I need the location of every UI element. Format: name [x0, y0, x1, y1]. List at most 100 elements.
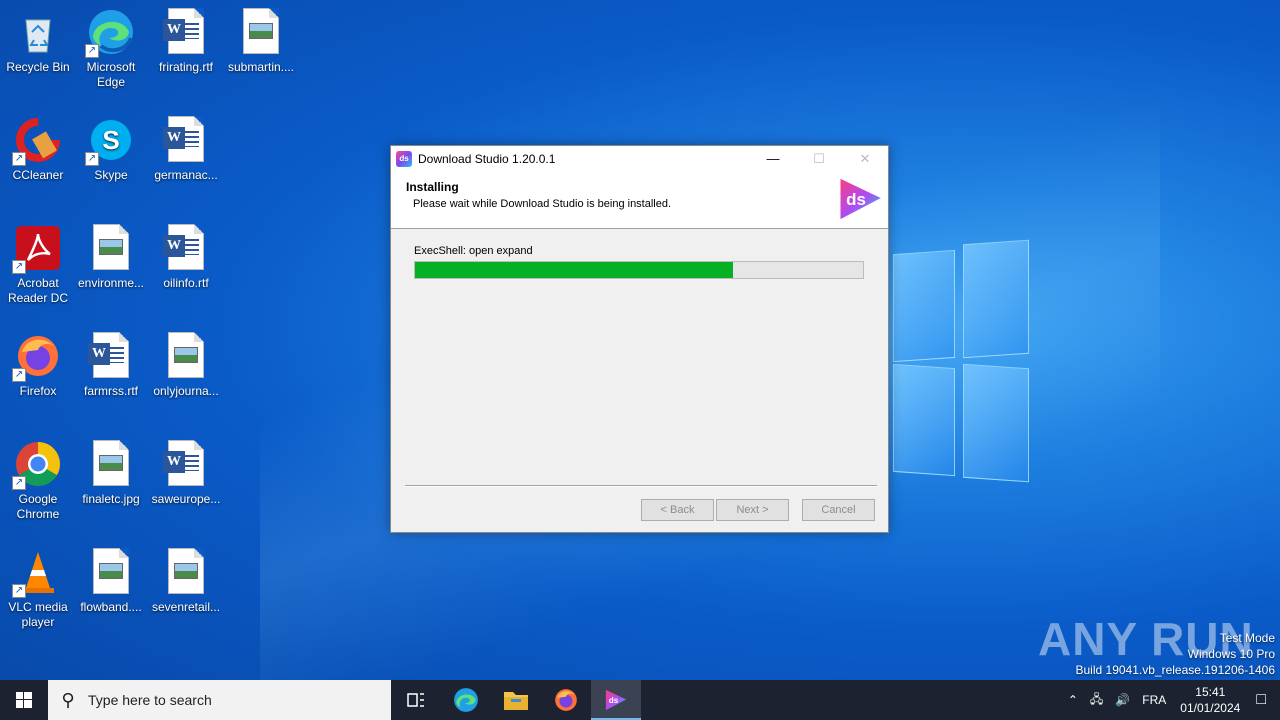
taskbar-download-studio[interactable]: ds	[591, 680, 641, 720]
shortcut-arrow-icon: ↗	[12, 476, 26, 490]
desktop-icon-ccleaner[interactable]: ↗ CCleaner	[0, 116, 76, 183]
desktop-icon-label: CCleaner	[12, 168, 64, 182]
shortcut-arrow-icon: ↗	[12, 368, 26, 382]
search-icon: ⚲	[61, 689, 75, 710]
start-button[interactable]	[0, 680, 48, 720]
desktop-icon-finaletc[interactable]: finaletc.jpg	[73, 440, 149, 507]
svg-text:ds: ds	[846, 190, 866, 209]
desktop-icon-label: Recycle Bin	[6, 60, 70, 74]
show-hidden-icons-icon[interactable]: ⌃	[1068, 693, 1078, 707]
close-button[interactable]: ✕	[842, 146, 888, 171]
svg-text:ds: ds	[609, 696, 619, 705]
desktop-icon-label: Acrobat Reader DC	[7, 276, 69, 305]
taskbar-file-explorer[interactable]	[491, 680, 541, 720]
desktop-icon-saweurope[interactable]: W saweurope...	[148, 440, 224, 507]
download-studio-app-icon: ds	[396, 150, 412, 167]
windows-start-icon	[16, 692, 32, 708]
svg-text:S: S	[102, 125, 119, 155]
desktop-icon-label: VLC media player	[8, 600, 68, 629]
desktop-icon-recycle-bin[interactable]: Recycle Bin	[0, 8, 76, 75]
edge-icon: ↗	[85, 8, 135, 58]
shortcut-arrow-icon: ↗	[12, 584, 26, 598]
title-bar[interactable]: ds Download Studio 1.20.0.1 — ☐ ✕	[391, 146, 888, 171]
word-document-icon: W	[87, 332, 135, 380]
edge-icon	[454, 688, 478, 712]
image-file-icon	[87, 440, 135, 488]
volume-icon[interactable]: 🔊	[1115, 693, 1130, 707]
watermark-line-3: Build 19041.vb_release.191206-1406	[1075, 663, 1276, 677]
acrobat-icon: ↗	[12, 224, 62, 274]
back-button[interactable]: < Back	[641, 499, 714, 521]
desktop-icon-flowband[interactable]: flowband....	[73, 548, 149, 615]
desktop-icon-farmrss[interactable]: W farmrss.rtf	[73, 332, 149, 399]
taskbar-firefox[interactable]	[541, 680, 591, 720]
network-icon[interactable]: 🖧	[1090, 690, 1103, 711]
vlc-cone-icon: ↗	[12, 548, 62, 598]
desktop-icon-germanac[interactable]: W germanac...	[148, 116, 224, 183]
desktop-icon-label: submartin....	[227, 60, 295, 74]
search-placeholder: Type here to search	[88, 692, 212, 708]
task-view-button[interactable]	[391, 680, 441, 720]
desktop-icon-environme[interactable]: environme...	[73, 224, 149, 291]
desktop-icon-label: Google Chrome	[16, 492, 60, 521]
word-document-icon: W	[162, 8, 210, 56]
image-file-icon	[162, 332, 210, 380]
next-button[interactable]: Next >	[716, 499, 789, 521]
progress-fill	[415, 262, 734, 278]
desktop-icon-label: Microsoft Edge	[86, 60, 136, 89]
image-file-icon	[237, 8, 285, 56]
desktop-icon-label: Firefox	[19, 384, 57, 398]
download-studio-icon: ds	[605, 689, 627, 711]
language-indicator[interactable]: FRA	[1142, 693, 1166, 707]
shortcut-arrow-icon: ↗	[85, 44, 99, 58]
desktop-icon-label: farmrss.rtf	[84, 384, 138, 398]
maximize-button[interactable]: ☐	[796, 146, 842, 171]
shortcut-arrow-icon: ↗	[85, 152, 99, 166]
taskbar: ⚲ Type here to search ds ⌃ 🖧 🔊 FRA 15:41…	[0, 680, 1280, 720]
firefox-icon: ↗	[12, 332, 62, 382]
test-mode-watermark: Test Mode Windows 10 Pro Build 19041.vb_…	[1076, 630, 1276, 678]
page-heading: Installing	[406, 180, 459, 194]
install-progress-bar	[414, 261, 864, 279]
desktop-icon-onlyjourna[interactable]: onlyjourna...	[148, 332, 224, 399]
installer-header: Installing Please wait while Download St…	[391, 171, 888, 229]
clock-date: 01/01/2024	[1180, 701, 1241, 715]
desktop-icon-edge[interactable]: ↗ Microsoft Edge	[73, 8, 149, 90]
taskbar-search-box[interactable]: ⚲ Type here to search	[48, 680, 391, 720]
desktop-icon-label: finaletc.jpg	[82, 492, 140, 506]
desktop-icon-acrobat[interactable]: ↗ Acrobat Reader DC	[0, 224, 76, 306]
word-document-icon: W	[162, 224, 210, 272]
system-tray: ⌃ 🖧 🔊 FRA 15:41 01/01/2024 □	[1062, 680, 1280, 720]
clock-time: 15:41	[1195, 685, 1226, 699]
desktop-icon-frirating[interactable]: W frirating.rtf	[148, 8, 224, 75]
task-view-icon	[407, 693, 424, 707]
chrome-icon: ↗	[12, 440, 62, 490]
word-document-icon: W	[162, 116, 210, 164]
clock[interactable]: 15:41 01/01/2024	[1180, 684, 1240, 716]
desktop-icon-sevenretail[interactable]: sevenretail...	[148, 548, 224, 615]
firefox-icon	[555, 689, 577, 711]
watermark-line-2: Windows 10 Pro	[1187, 647, 1275, 661]
install-status-text: ExecShell: open expand	[414, 245, 533, 257]
desktop-icon-skype[interactable]: S ↗ Skype	[73, 116, 149, 183]
desktop-icon-firefox[interactable]: ↗ Firefox	[0, 332, 76, 399]
cancel-button[interactable]: Cancel	[802, 499, 875, 521]
desktop-icon-label: sevenretail...	[151, 600, 221, 614]
desktop-icon-label: saweurope...	[151, 492, 221, 506]
desktop-icon-oilinfo[interactable]: W oilinfo.rtf	[148, 224, 224, 291]
desktop-icon-label: environme...	[77, 276, 145, 290]
image-file-icon	[162, 548, 210, 596]
desktop-icon-vlc[interactable]: ↗ VLC media player	[0, 548, 76, 630]
desktop-icon-label: flowband....	[80, 600, 142, 614]
desktop-icon-chrome[interactable]: ↗ Google Chrome	[0, 440, 76, 522]
installer-window[interactable]: ds Download Studio 1.20.0.1 — ☐ ✕ Instal…	[390, 145, 889, 533]
skype-icon: S ↗	[85, 116, 135, 166]
minimize-button[interactable]: —	[750, 146, 796, 171]
notification-center-icon[interactable]: □	[1256, 691, 1266, 709]
image-file-icon	[87, 224, 135, 272]
shortcut-arrow-icon: ↗	[12, 260, 26, 274]
desktop-icon-submartin[interactable]: submartin....	[223, 8, 299, 75]
desktop-icon-label: germanac...	[154, 168, 218, 182]
desktop-icon-label: onlyjourna...	[153, 384, 219, 398]
taskbar-edge[interactable]	[441, 680, 491, 720]
